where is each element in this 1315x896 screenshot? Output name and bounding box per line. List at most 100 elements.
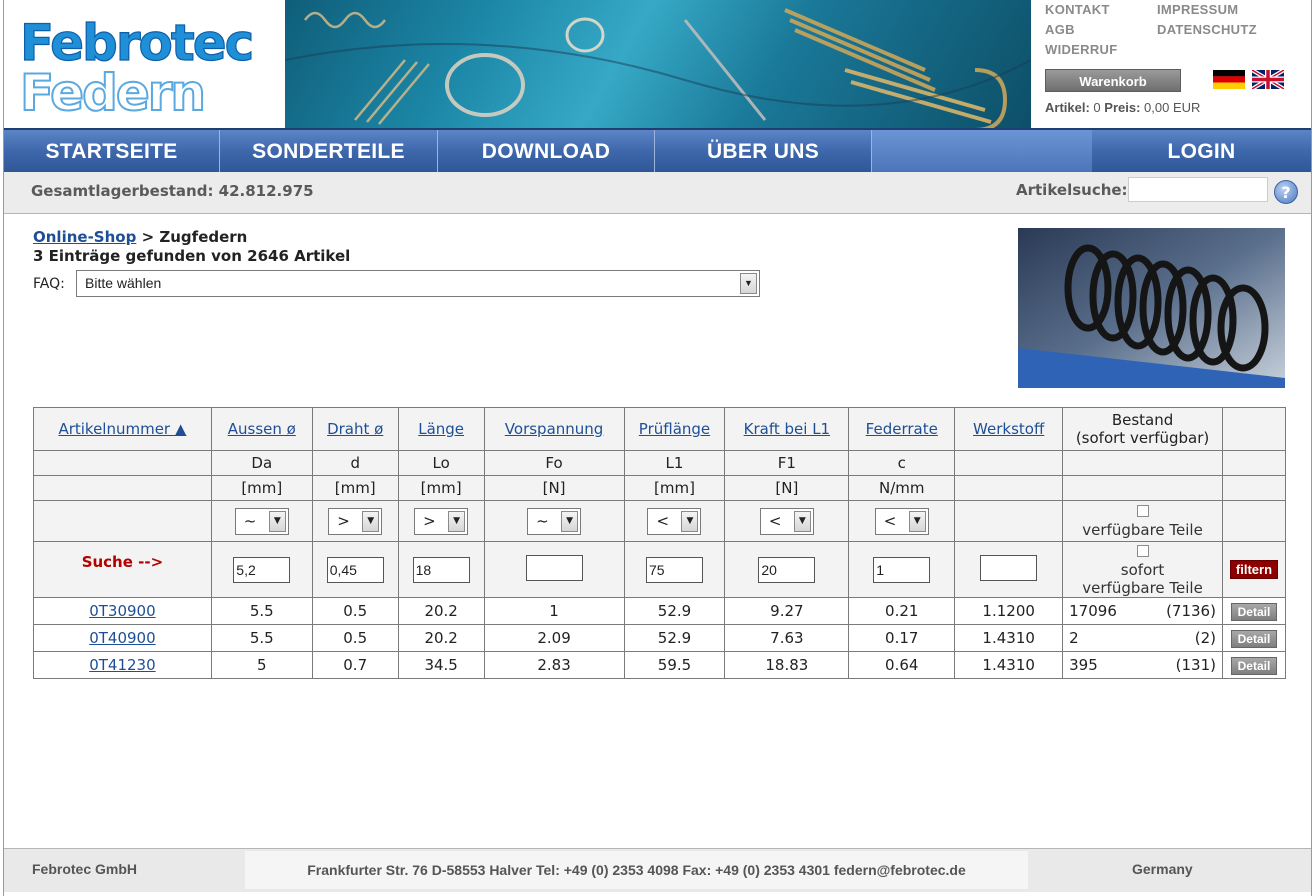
faq-select[interactable]: Bitte wählen ▼ bbox=[76, 270, 760, 297]
filter-input-werkstoff[interactable] bbox=[980, 554, 1038, 581]
article-search-label: Artikelsuche: bbox=[1016, 181, 1128, 199]
link-kontakt[interactable]: KONTAKT bbox=[1045, 2, 1110, 17]
link-widerruf[interactable]: WIDERRUF bbox=[1045, 42, 1117, 57]
main-nav: STARTSEITE SONDERTEILE DOWNLOAD ÜBER UNS… bbox=[4, 128, 1311, 172]
cell-fo: 1 bbox=[483, 597, 625, 625]
sort-artikelnummer[interactable]: Artikelnummer ▲ bbox=[58, 420, 186, 438]
breadcrumb-online-shop[interactable]: Online-Shop bbox=[33, 228, 136, 246]
header-row: Artikelnummer ▲ Aussen ø Draht ø Länge V… bbox=[33, 407, 1287, 451]
link-agb[interactable]: AGB bbox=[1045, 22, 1075, 37]
header: Febrotec Federn KONTAKT IMPRESSUM AGB DA… bbox=[4, 0, 1311, 128]
operator-select-c[interactable]: < ▼ bbox=[874, 507, 929, 535]
stock-value: 17096 bbox=[1069, 602, 1117, 620]
filter-cell: 75 bbox=[623, 541, 726, 598]
chevron-down-icon: ▼ bbox=[908, 510, 926, 532]
unit-fo: [N] bbox=[483, 475, 625, 501]
symbol-l1: L1 bbox=[623, 450, 726, 476]
de-flag-icon[interactable] bbox=[1213, 70, 1245, 89]
filter-input-fo[interactable] bbox=[525, 554, 583, 581]
operator-select-d[interactable]: > ▼ bbox=[328, 507, 383, 535]
symbol-lo: Lo bbox=[397, 450, 485, 476]
detail-button[interactable]: Detail bbox=[1230, 602, 1278, 621]
link-impressum[interactable]: IMPRESSUM bbox=[1157, 2, 1238, 17]
col-federrate: Federrate bbox=[848, 407, 956, 451]
cell-d: 0.5 bbox=[311, 597, 399, 625]
filter-input-c[interactable]: 1 bbox=[873, 556, 931, 583]
detail-button[interactable]: Detail bbox=[1230, 629, 1278, 648]
link-datenschutz[interactable]: DATENSCHUTZ bbox=[1157, 22, 1257, 37]
sort-laenge[interactable]: Länge bbox=[418, 420, 464, 438]
filter-button-cell: filtern bbox=[1221, 541, 1287, 598]
operator-select-l1[interactable]: < ▼ bbox=[647, 507, 702, 535]
cell-da: 5.5 bbox=[210, 597, 313, 625]
cell-werkstoff: 1.4310 bbox=[954, 651, 1064, 679]
sort-kraft[interactable]: Kraft bei L1 bbox=[744, 420, 830, 438]
search-arrow-label: Suche --> bbox=[81, 552, 164, 571]
filter-button[interactable]: filtern bbox=[1229, 560, 1279, 579]
unit-d: [mm] bbox=[311, 475, 399, 501]
cell-artikelnummer: 0T40900 bbox=[33, 624, 212, 652]
col-pruefllaenge: Prüflänge bbox=[623, 407, 726, 451]
sort-pruefllaenge[interactable]: Prüflänge bbox=[639, 420, 710, 438]
febrotec-logo[interactable]: Febrotec Federn bbox=[16, 8, 276, 118]
help-icon[interactable]: ? bbox=[1274, 180, 1298, 204]
available-value: (2) bbox=[1194, 629, 1216, 647]
article-link[interactable]: 0T40900 bbox=[89, 629, 155, 647]
cart-button[interactable]: Warenkorb bbox=[1045, 69, 1181, 92]
detail-button[interactable]: Detail bbox=[1230, 656, 1278, 675]
sort-werkstoff[interactable]: Werkstoff bbox=[973, 420, 1044, 438]
operator-cell: > ▼ bbox=[311, 500, 399, 542]
operator-select-fo[interactable]: ~ ▼ bbox=[527, 507, 582, 535]
chevron-down-icon: ▼ bbox=[268, 510, 286, 532]
symbol-d: d bbox=[311, 450, 399, 476]
filter-input-da[interactable]: 5,2 bbox=[233, 556, 291, 583]
nav-login[interactable]: LOGIN bbox=[1092, 130, 1311, 172]
nav-startseite[interactable]: STARTSEITE bbox=[4, 130, 220, 172]
faq-selected-value: Bitte wählen bbox=[85, 275, 162, 291]
unit-c: N/mm bbox=[848, 475, 956, 501]
col-actions bbox=[1221, 407, 1287, 451]
filter-cell: 20 bbox=[724, 541, 850, 598]
filter-input-lo[interactable]: 18 bbox=[412, 556, 470, 583]
cell-fo: 2.09 bbox=[483, 624, 625, 652]
logo-line2: Federn bbox=[20, 64, 204, 118]
nav-ueber-uns[interactable]: ÜBER UNS bbox=[655, 130, 872, 172]
filter-input-l1[interactable]: 75 bbox=[645, 556, 703, 583]
article-link[interactable]: 0T41230 bbox=[89, 656, 155, 674]
bestand-sublabel: (sofort verfügbar) bbox=[1075, 429, 1210, 447]
unit-cell bbox=[33, 475, 212, 501]
cell-lo: 20.2 bbox=[397, 624, 485, 652]
sort-aussen[interactable]: Aussen ø bbox=[228, 420, 296, 438]
total-stock: Gesamtlagerbestand: 42.812.975 bbox=[31, 182, 314, 200]
article-link[interactable]: 0T30900 bbox=[89, 602, 155, 620]
operator-value: ~ bbox=[243, 511, 257, 530]
nav-sonderteile[interactable]: SONDERTEILE bbox=[220, 130, 438, 172]
available-parts-checkbox[interactable] bbox=[1136, 505, 1149, 517]
filter-input-d[interactable]: 0,45 bbox=[326, 556, 384, 583]
bestand-label: Bestand bbox=[1111, 411, 1174, 429]
breadcrumb: Online-Shop > Zugfedern bbox=[33, 228, 247, 246]
col-draht: Draht ø bbox=[311, 407, 399, 451]
cell-da: 5.5 bbox=[210, 624, 313, 652]
symbol-cell bbox=[33, 450, 212, 476]
operator-select-lo[interactable]: > ▼ bbox=[414, 507, 469, 535]
uk-flag-icon[interactable] bbox=[1252, 70, 1284, 89]
article-search-input[interactable] bbox=[1128, 177, 1268, 202]
cell-c: 0.21 bbox=[848, 597, 956, 625]
sort-federrate[interactable]: Federrate bbox=[866, 420, 938, 438]
sort-vorspannung[interactable]: Vorspannung bbox=[505, 420, 604, 438]
operator-select-da[interactable]: ~ ▼ bbox=[234, 507, 289, 535]
filter-input-f1[interactable]: 20 bbox=[758, 556, 816, 583]
chevron-down-icon: ▼ bbox=[362, 510, 380, 532]
nav-download[interactable]: DOWNLOAD bbox=[438, 130, 655, 172]
filter-cell bbox=[954, 541, 1064, 598]
cell-action: Detail bbox=[1221, 624, 1287, 652]
operator-value: > bbox=[337, 511, 350, 530]
search-label-cell: Suche --> bbox=[33, 541, 212, 598]
sort-draht[interactable]: Draht ø bbox=[327, 420, 383, 438]
footer-company: Febrotec GmbH bbox=[32, 861, 138, 877]
cell-bestand: 2 (2) bbox=[1062, 624, 1223, 652]
immediate-available-checkbox[interactable] bbox=[1136, 544, 1149, 557]
operator-cell: < ▼ bbox=[623, 500, 726, 542]
operator-select-f1[interactable]: < ▼ bbox=[759, 507, 814, 535]
